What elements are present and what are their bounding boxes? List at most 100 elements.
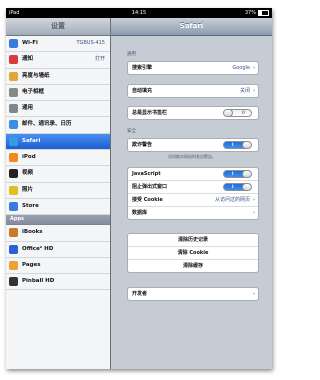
sidebar-item[interactable]: 邮件、通讯录、日历 — [6, 117, 110, 134]
brightness-icon — [9, 71, 18, 81]
accept-cookies-row[interactable]: 接受 Cookie 从访问过的网页 › — [128, 193, 258, 206]
sidebar-item-label: 通用 — [22, 105, 34, 112]
sidebar-item[interactable]: Pages — [6, 258, 110, 275]
accept-cookies-label: 接受 Cookie — [132, 197, 163, 203]
clock: 14:15 — [131, 10, 147, 16]
sidebar-item-label: 亮度与墙纸 — [22, 72, 50, 79]
clear-cache-button[interactable]: 清除缓存 — [128, 259, 258, 272]
clear-cookies-button[interactable]: 清除 Cookie — [128, 246, 258, 259]
battery-percent: 37% — [244, 10, 256, 16]
wifi-icon — [9, 39, 18, 48]
apps-section-header: Apps — [6, 215, 110, 226]
battery-icon — [258, 9, 269, 16]
autofill-label: 自动填充 — [132, 88, 153, 94]
sidebar-item-label: 电子相框 — [22, 88, 45, 95]
javascript-toggle[interactable]: I — [223, 170, 252, 178]
chevron-right-icon: › — [252, 291, 255, 297]
fraud-warning-label: 欺诈警告 — [132, 142, 153, 148]
settings-sidebar: 设置 Wi-Fi TGBUS-415 通知 打开亮度与墙纸电子相框通用邮件、通讯录、日… — [6, 18, 111, 369]
sidebar-item-label: Safari — [22, 137, 41, 144]
store-icon — [9, 201, 18, 211]
developer-group: 开发者 › — [127, 287, 259, 301]
ipod-icon — [9, 153, 18, 163]
sidebar-item[interactable]: 通知 打开 — [6, 52, 110, 69]
sidebar-item-label: Pages — [22, 261, 41, 268]
block-popups-row: 阻止弹出式窗口 I — [128, 180, 258, 193]
autofill-value: 关闭 — [239, 88, 250, 94]
search-engine-label: 搜索引擎 — [132, 65, 153, 71]
developer-row[interactable]: 开发者 › — [128, 288, 258, 300]
general-section-label: 通用 — [127, 52, 136, 57]
ibooks-icon — [9, 228, 18, 238]
sidebar-item[interactable]: 亮度与墙纸 — [6, 69, 110, 85]
fraud-warning-note: 访问欺诈网站时发出警告。 — [168, 154, 216, 159]
security-section-label: 安全 — [127, 129, 136, 134]
fraud-warning-row: 欺诈警告 I — [128, 139, 258, 151]
sidebar-item-label: Pinball HD — [22, 278, 55, 285]
sidebar-item[interactable]: Office² HD — [6, 242, 110, 258]
chevron-right-icon: › — [252, 197, 255, 203]
page-title: Safari — [111, 18, 272, 36]
autofill-row[interactable]: 自动填充 关闭 › — [128, 85, 258, 97]
sidebar-item[interactable]: Wi-Fi TGBUS-415 — [6, 36, 110, 53]
sidebar-item-label: iPod — [22, 154, 36, 161]
sidebar-item-label: 通知 — [22, 56, 34, 63]
gear-icon — [9, 104, 18, 114]
block-popups-label: 阻止弹出式窗口 — [132, 184, 168, 190]
autofill-group: 自动填充 关闭 › — [127, 84, 259, 98]
sidebar-item-label: Wi-Fi — [22, 40, 38, 46]
sidebar-title: 设置 — [6, 18, 110, 36]
sidebar-item-label: 邮件、通讯录、日历 — [22, 121, 72, 128]
javascript-row: JavaScript I — [128, 168, 258, 180]
battery-status: 37% — [245, 8, 269, 18]
databases-label: 数据库 — [132, 210, 148, 216]
mail-icon — [9, 120, 18, 130]
sidebar-item[interactable]: 视频 — [6, 166, 110, 183]
sidebar-item-label: 照片 — [22, 186, 34, 193]
bookmarks-bar-toggle[interactable]: O — [223, 109, 252, 117]
javascript-label: JavaScript — [132, 171, 161, 177]
sidebar-item-label: 视频 — [22, 170, 34, 177]
sidebar-item[interactable]: Store — [6, 199, 110, 216]
sidebar-item[interactable]: 通用 — [6, 101, 110, 118]
chevron-right-icon: › — [252, 210, 255, 216]
databases-row[interactable]: 数据库 › — [128, 206, 258, 219]
bookmarks-bar-row: 总是显示书签栏 O — [128, 107, 258, 119]
sidebar-item-value: TGBUS-415 — [76, 40, 105, 46]
sunflower-icon — [9, 185, 18, 195]
office-icon — [9, 244, 18, 254]
search-engine-row[interactable]: 搜索引擎 Google › — [128, 62, 258, 74]
search-engine-value: Google — [232, 65, 250, 71]
chevron-right-icon: › — [252, 65, 255, 71]
block-popups-toggle[interactable]: I — [223, 183, 252, 191]
picture-frame-icon — [9, 87, 18, 97]
video-icon — [9, 169, 18, 179]
sidebar-item-label: iBooks — [22, 229, 43, 236]
sidebar-item[interactable]: 电子相框 — [6, 85, 110, 102]
sidebar-item[interactable]: iBooks — [6, 225, 110, 242]
accept-cookies-value: 从访问过的网页 — [214, 197, 250, 203]
notifications-icon — [9, 55, 18, 65]
web-content-group: JavaScript I 阻止弹出式窗口 I 接受 Cookie 从访问过的网页… — [127, 167, 259, 220]
sidebar-item[interactable]: Pinball HD — [6, 274, 110, 291]
sidebar-item[interactable]: Safari — [6, 133, 110, 151]
safari-settings-panel: Safari 通用 搜索引擎 Google › 自动填充 关闭 › 总是显示书签… — [111, 18, 272, 369]
search-engine-group: 搜索引擎 Google › — [127, 61, 259, 75]
pages-icon — [9, 260, 18, 270]
sidebar-item[interactable]: 照片 — [6, 183, 110, 199]
sidebar-item-label: Store — [22, 202, 39, 209]
ipad-screen: iPad 14:15 37% 设置 Wi-Fi TGBUS-415 通知 打开亮度与墙… — [6, 8, 272, 369]
sidebar-item-label: Office² HD — [22, 245, 54, 252]
compass-icon — [9, 136, 18, 146]
developer-label: 开发者 — [132, 291, 148, 297]
status-bar: iPad 14:15 37% — [6, 8, 272, 18]
bookmarks-bar-label: 总是显示书签栏 — [132, 110, 168, 116]
sidebar-item[interactable]: iPod — [6, 150, 110, 167]
pinball-icon — [9, 277, 18, 287]
bookmarks-bar-group: 总是显示书签栏 O — [127, 106, 259, 120]
fraud-warning-group: 欺诈警告 I — [127, 138, 259, 152]
chevron-right-icon: › — [252, 88, 255, 94]
clear-data-group: 清除历史记录 清除 Cookie 清除缓存 — [127, 233, 259, 273]
clear-history-button[interactable]: 清除历史记录 — [128, 234, 258, 246]
fraud-warning-toggle[interactable]: I — [223, 141, 252, 149]
